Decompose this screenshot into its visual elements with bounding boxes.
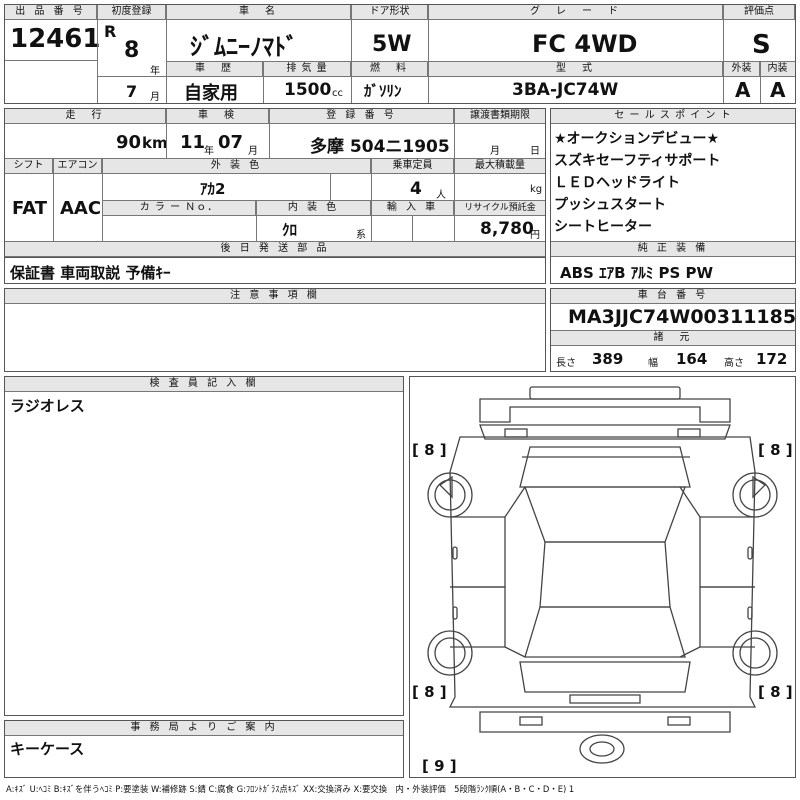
office-note: キーケース xyxy=(10,740,85,758)
selling-point-item: ＬＥＤヘッドライト xyxy=(554,175,680,191)
int-color: ｸﾛ xyxy=(282,221,298,239)
reg-month: 7 xyxy=(126,82,138,101)
model-code: 3BA-JC74W xyxy=(512,80,619,100)
color-no-label: カ ラ ー Ｎｏ． xyxy=(103,201,256,216)
chassis-label: 車 台 番 号 xyxy=(551,289,795,304)
dims-label: 諸 元 xyxy=(551,331,795,346)
equipment-label: 純 正 装 備 xyxy=(551,242,795,257)
ext-color-label: 外 装 色 xyxy=(103,159,371,174)
door-shape: 5W xyxy=(372,32,412,57)
displacement: 1500 xyxy=(284,80,332,100)
chassis-number: MA3JJC74W00311185 xyxy=(568,306,797,328)
parts-label: 後 日 発 送 部 品 xyxy=(5,242,545,257)
width: 164 xyxy=(676,350,708,368)
lot-number: 12461 xyxy=(10,24,101,54)
legend: A:ｷｽﾞ U:ﾍｺﾐ B:ｷｽﾞを伴うﾍｺﾐ P:要塗装 W:補修跡 S:錆 … xyxy=(6,784,575,794)
length-label: 長さ xyxy=(556,358,576,369)
interior-grade: A xyxy=(770,78,786,102)
model-label: 型 式 xyxy=(429,62,723,77)
door-shape-label: ドア形状 xyxy=(352,5,428,20)
mileage-unit: km xyxy=(142,134,168,152)
tire-spare: [ 9 ] xyxy=(422,757,457,775)
equipment-list: ABS ｴｱB ｱﾙﾐ PS PW xyxy=(560,264,714,282)
int-color-label: 内 装 色 xyxy=(257,201,371,216)
recycle-fee: 8,780 xyxy=(480,219,534,239)
displacement-unit: cc xyxy=(332,88,343,99)
reg-era: R xyxy=(104,22,117,41)
inspector-block xyxy=(4,376,404,716)
height: 172 xyxy=(756,350,788,368)
first-registration-label: 初度登録 xyxy=(98,5,166,20)
plate-number: 多摩 504ニ1905 xyxy=(310,137,450,157)
max-load-unit: kg xyxy=(530,184,543,195)
plate-label: 登 録 番 号 xyxy=(270,109,454,124)
car-diagram: [ 8 ] [ 8 ] [ 8 ] [ 8 ] [ 9 ] xyxy=(409,376,796,778)
selling-point-item: プッシュスタート xyxy=(554,197,666,213)
width-label: 幅 xyxy=(648,358,658,369)
interior-grade-label: 内装 xyxy=(760,62,795,77)
capacity-unit: 人 xyxy=(436,190,446,201)
mileage: 90 xyxy=(116,132,142,153)
tire-rear-left: [ 8 ] xyxy=(412,683,447,701)
selling-point-item: スズキセーフティサポート xyxy=(554,153,721,169)
mileage-label: 走 行 xyxy=(5,109,166,124)
shift-label: シフト xyxy=(5,159,53,174)
office-label: 事 務 局 よ り ご 案 内 xyxy=(5,721,403,736)
overall-score: S xyxy=(752,30,771,60)
history-label: 車 歴 xyxy=(167,62,263,77)
selling-point-item: シートヒーター xyxy=(554,219,652,235)
fuel: ｶﾞｿﾘﾝ xyxy=(364,82,402,100)
shift: FAT xyxy=(12,198,48,219)
capacity-label: 乗車定員 xyxy=(372,159,454,174)
reg-year-unit: 年 xyxy=(150,66,160,77)
inspection-month: 07 xyxy=(218,132,244,153)
transfer-month-unit: 月 xyxy=(490,146,500,157)
aircon-label: エアコン xyxy=(54,159,102,174)
transfer-label: 譲渡書類期限 xyxy=(455,109,545,124)
inspection-label: 車 検 xyxy=(167,109,269,124)
displacement-label: 排 気 量 xyxy=(264,62,351,77)
reg-month-unit: 月 xyxy=(150,92,160,103)
parts-list: 保証書 車両取説 予備ｷｰ xyxy=(10,264,171,282)
import-label: 輸 入 車 xyxy=(372,201,454,216)
lot-label: 出 品 番 号 xyxy=(5,5,97,20)
aircon: AAC xyxy=(60,198,102,219)
car-name: ｼﾞﾑﾆｰﾉﾏﾄﾞ xyxy=(190,33,298,61)
recycle-label: リサイクル預託金 xyxy=(455,201,545,216)
selling-points-list: ★オークションデビュー★ スズキセーフティサポート ＬＥＤヘッドライト プッシュスター… xyxy=(554,128,794,238)
grade: FC 4WD xyxy=(532,30,638,58)
transfer-day-unit: 日 xyxy=(530,146,540,157)
reg-year: 8 xyxy=(124,38,140,63)
selling-point-item: ★オークションデビュー★ xyxy=(554,131,720,147)
inspection-month-unit: 月 xyxy=(248,146,258,157)
score-label: 評価点 xyxy=(724,5,795,20)
selling-points-label: セ ー ル ス ポ イ ン ト xyxy=(551,109,795,124)
tire-rear-right: [ 8 ] xyxy=(758,683,793,701)
inspector-note: ラジオレス xyxy=(10,397,85,415)
max-load-label: 最大積載量 xyxy=(455,159,545,174)
inspector-label: 検 査 員 記 入 欄 xyxy=(5,377,403,392)
tire-front-right: [ 8 ] xyxy=(758,441,793,459)
recycle-unit: 円 xyxy=(530,230,540,241)
car-name-label: 車 名 xyxy=(167,5,351,20)
detail-block xyxy=(4,108,546,258)
inspection-year-unit: 年 xyxy=(204,146,214,157)
length: 389 xyxy=(592,350,624,368)
grade-label: グ レ ー ド xyxy=(429,5,723,20)
exterior-grade: A xyxy=(735,78,751,102)
fuel-label: 燃 料 xyxy=(352,62,428,77)
tire-front-left: [ 8 ] xyxy=(412,441,447,459)
exterior-grade-label: 外装 xyxy=(724,62,760,77)
notes-label: 注 意 事 項 欄 xyxy=(5,289,545,304)
int-color-suffix: 系 xyxy=(356,230,366,241)
height-label: 高さ xyxy=(724,358,744,369)
inspection-year: 11 xyxy=(180,132,206,153)
history: 自家用 xyxy=(184,83,238,104)
ext-color: ｱｶ2 xyxy=(200,180,226,198)
capacity: 4 xyxy=(410,179,422,199)
